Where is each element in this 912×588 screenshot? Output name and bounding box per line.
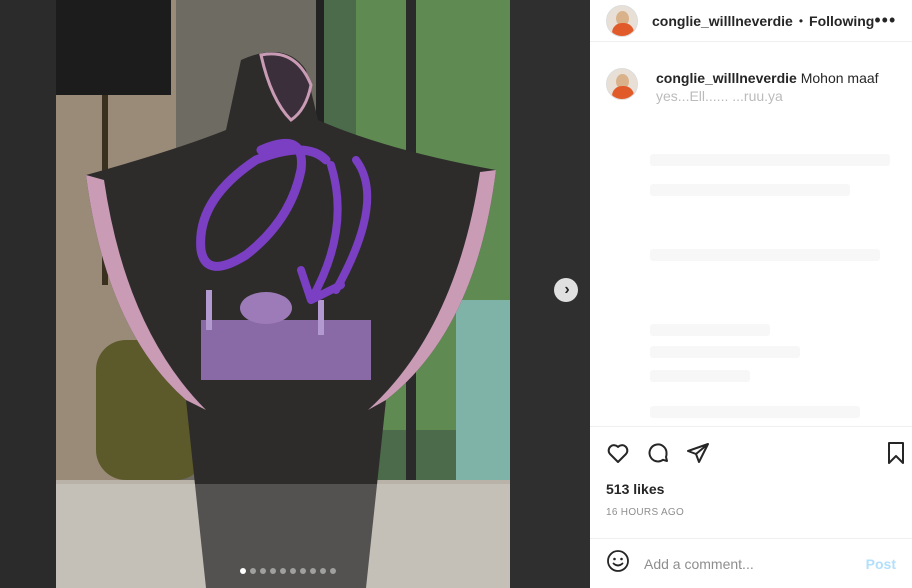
more-horizontal-icon[interactable]: •••	[874, 10, 896, 31]
following-button[interactable]: Following	[809, 13, 874, 29]
carousel-dot	[260, 568, 266, 574]
caption-avatar[interactable]	[606, 68, 638, 100]
chevron-right-icon: ›	[564, 281, 570, 298]
comment-icon[interactable]	[646, 441, 670, 470]
photo-illustration	[56, 0, 510, 588]
obscured-text	[650, 406, 860, 418]
caption-body: Mohon maaf	[800, 70, 879, 86]
author-avatar[interactable]	[606, 4, 638, 37]
obscured-text	[650, 249, 880, 261]
obscured-text	[650, 370, 750, 382]
media-left-margin	[0, 0, 56, 588]
post-photo[interactable]	[56, 0, 510, 588]
caption-faded-text: yes...Ell...... ...ruu.ya	[656, 88, 783, 104]
emoji-icon[interactable]	[606, 549, 630, 578]
post-timestamp[interactable]: 16 HOURS AGO	[606, 507, 684, 518]
carousel-next-button[interactable]: ›	[554, 278, 578, 302]
paper-plane-icon[interactable]	[686, 441, 710, 470]
obscured-text	[650, 324, 770, 336]
carousel-dot	[290, 568, 296, 574]
obscured-text	[650, 154, 890, 166]
likes-count[interactable]: 513 likes	[606, 481, 664, 497]
obscured-text	[650, 346, 800, 358]
carousel-dot	[270, 568, 276, 574]
comment-input[interactable]	[644, 555, 864, 572]
obscured-text	[650, 184, 850, 196]
heart-icon[interactable]	[606, 441, 630, 470]
post-details-panel: conglie_willlneverdie • Following ••• co…	[590, 0, 912, 588]
bookmark-icon[interactable]	[886, 441, 906, 470]
post-comment-button[interactable]: Post	[866, 556, 896, 572]
carousel-indicator	[240, 568, 336, 574]
caption-text: conglie_willlneverdie Mohon maaf yes...E…	[656, 69, 884, 105]
carousel-dot	[330, 568, 336, 574]
carousel-dot	[250, 568, 256, 574]
author-username[interactable]: conglie_willlneverdie	[652, 13, 793, 29]
post-media[interactable]: ›	[0, 0, 590, 588]
header-separator: •	[798, 13, 804, 28]
carousel-dot	[310, 568, 316, 574]
carousel-dot	[280, 568, 286, 574]
media-right-margin	[510, 0, 590, 588]
comments-list[interactable]: conglie_willlneverdie Mohon maaf yes...E…	[590, 54, 912, 426]
caption-row: conglie_willlneverdie Mohon maaf yes...E…	[590, 54, 912, 105]
comment-composer: Post	[590, 538, 912, 588]
carousel-dot	[240, 568, 246, 574]
post-header: conglie_willlneverdie • Following •••	[590, 0, 912, 42]
carousel-dot	[300, 568, 306, 574]
carousel-dot	[320, 568, 326, 574]
action-bar	[590, 426, 912, 478]
caption-username[interactable]: conglie_willlneverdie	[656, 70, 797, 86]
